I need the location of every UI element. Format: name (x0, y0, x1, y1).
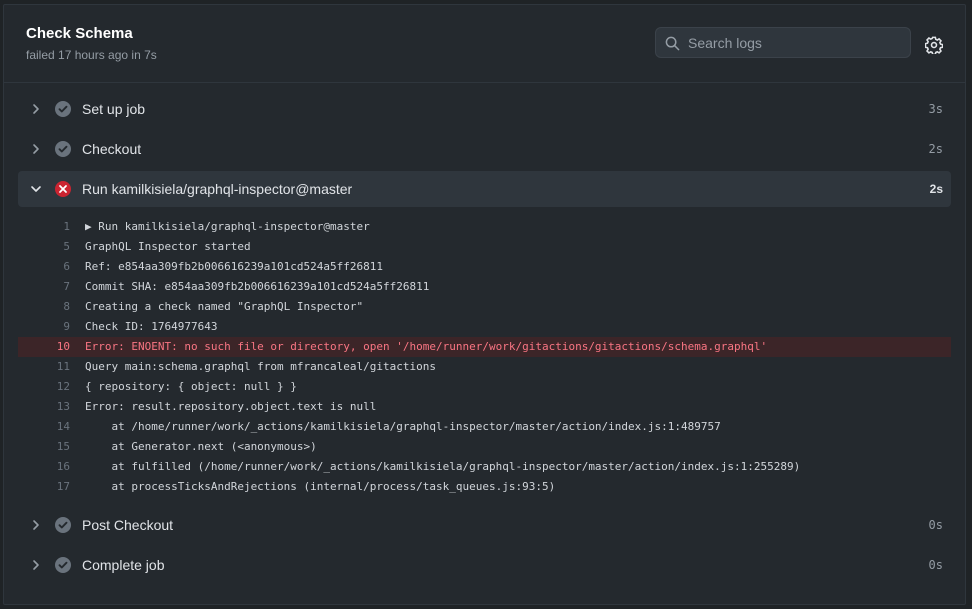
check-circle-icon (55, 517, 71, 533)
line-number[interactable]: 7 (18, 277, 70, 297)
search-logs-input[interactable] (686, 28, 906, 57)
step-name: Post Checkout (82, 517, 174, 533)
line-text: ▶ Run kamilkisiela/graphql-inspector@mas… (85, 220, 370, 233)
line-text: Ref: e854aa309fb2b006616239a101cd524a5ff… (85, 260, 384, 273)
line-text: Error: ENOENT: no such file or directory… (85, 340, 768, 353)
chevron-right-icon (33, 144, 39, 154)
x-circle-icon (55, 181, 71, 197)
log-line: 8 Creating a check named "GraphQL Inspect… (18, 297, 951, 317)
line-number[interactable]: 14 (18, 417, 70, 437)
line-number[interactable]: 1 (18, 217, 70, 237)
step-duration: 3s (928, 102, 943, 116)
check-circle-icon (55, 101, 71, 117)
line-text: at fulfilled (/home/runner/work/_actions… (85, 460, 801, 473)
line-text: { repository: { object: null } } (85, 380, 297, 393)
step-name: Checkout (82, 141, 142, 157)
job-status-summary: failed 17 hours ago in 7s (26, 48, 157, 62)
workflow-log-panel: Check Schema failed 17 hours ago in 7s S… (3, 4, 966, 605)
step-name: Run kamilkisiela/graphql-inspector@maste… (82, 181, 353, 197)
log-line: 7 Commit SHA: e854aa309fb2b006616239a101c… (18, 277, 951, 297)
line-text: Error: result.repository.object.text is … (85, 400, 377, 413)
line-number[interactable]: 12 (18, 377, 70, 397)
log-line: 16 at fulfilled (/home/runner/work/_acti… (18, 457, 951, 477)
job-title: Check Schema (26, 25, 133, 42)
step-duration: 2s (929, 182, 943, 196)
line-number[interactable]: 16 (18, 457, 70, 477)
step-checkout[interactable]: Checkout 2s (18, 131, 951, 167)
log-line: 17 at processTicksAndRejections (interna… (18, 477, 951, 497)
line-text: GraphQL Inspector started (85, 240, 251, 253)
log-line: 11 Query main:schema.graphql from mfranca… (18, 357, 951, 377)
log-line: 5 GraphQL Inspector started (18, 237, 951, 257)
steps-list: Set up job 3s Checkout 2s Run kamilkisiela/g… (18, 91, 951, 587)
line-number[interactable]: 11 (18, 357, 70, 377)
log-line: 6 Ref: e854aa309fb2b006616239a101cd524a5f… (18, 257, 951, 277)
check-circle-icon (55, 141, 71, 157)
step-duration: 0s (928, 558, 943, 572)
line-number[interactable]: 13 (18, 397, 70, 417)
chevron-down-icon (31, 186, 41, 192)
log-line: 13 Error: result.repository.object.text i… (18, 397, 951, 417)
line-text: at /home/runner/work/_actions/kamilkisie… (85, 420, 721, 433)
search-logs-box[interactable] (655, 27, 911, 58)
gear-icon[interactable] (925, 36, 943, 54)
line-number[interactable]: 8 (18, 297, 70, 317)
log-header: Check Schema failed 17 hours ago in 7s (4, 5, 965, 83)
line-number[interactable]: 9 (18, 317, 70, 337)
log-line: 1 ▶ Run kamilkisiela/graphql-inspector@ma… (18, 217, 951, 237)
chevron-right-icon (33, 104, 39, 114)
line-number[interactable]: 10 (18, 337, 70, 357)
step-duration: 0s (928, 518, 943, 532)
log-line-error: 10 Error: ENOENT: no such file or directo… (18, 337, 951, 357)
log-output: 1 ▶ Run kamilkisiela/graphql-inspector@ma… (18, 217, 951, 497)
line-number[interactable]: 5 (18, 237, 70, 257)
step-set-up-job[interactable]: Set up job 3s (18, 91, 951, 127)
line-text: at Generator.next (<anonymous>) (85, 440, 317, 453)
step-run-kamilkisiela-graphql-inspector-master[interactable]: Run kamilkisiela/graphql-inspector@maste… (18, 171, 951, 207)
step-name: Complete job (82, 557, 165, 573)
log-line: 12 { repository: { object: null } } (18, 377, 951, 397)
step-duration: 2s (928, 142, 943, 156)
log-line: 14 at /home/runner/work/_actions/kamilki… (18, 417, 951, 437)
log-line: 9 Check ID: 1764977643 (18, 317, 951, 337)
chevron-right-icon (33, 560, 39, 570)
line-number[interactable]: 17 (18, 477, 70, 497)
log-line: 15 at Generator.next (<anonymous>) (18, 437, 951, 457)
search-icon (665, 36, 680, 51)
line-text: at processTicksAndRejections (internal/p… (85, 480, 556, 493)
line-text: Query main:schema.graphql from mfrancale… (85, 360, 436, 373)
line-text: Check ID: 1764977643 (85, 320, 218, 333)
check-circle-icon (55, 557, 71, 573)
line-number[interactable]: 15 (18, 437, 70, 457)
line-number[interactable]: 6 (18, 257, 70, 277)
step-post-checkout[interactable]: Post Checkout 0s (18, 507, 951, 543)
chevron-right-icon (33, 520, 39, 530)
step-name: Set up job (82, 101, 146, 117)
step-complete-job[interactable]: Complete job 0s (18, 547, 951, 583)
line-text: Commit SHA: e854aa309fb2b006616239a101cd… (85, 280, 430, 293)
line-text: Creating a check named "GraphQL Inspecto… (85, 300, 364, 313)
